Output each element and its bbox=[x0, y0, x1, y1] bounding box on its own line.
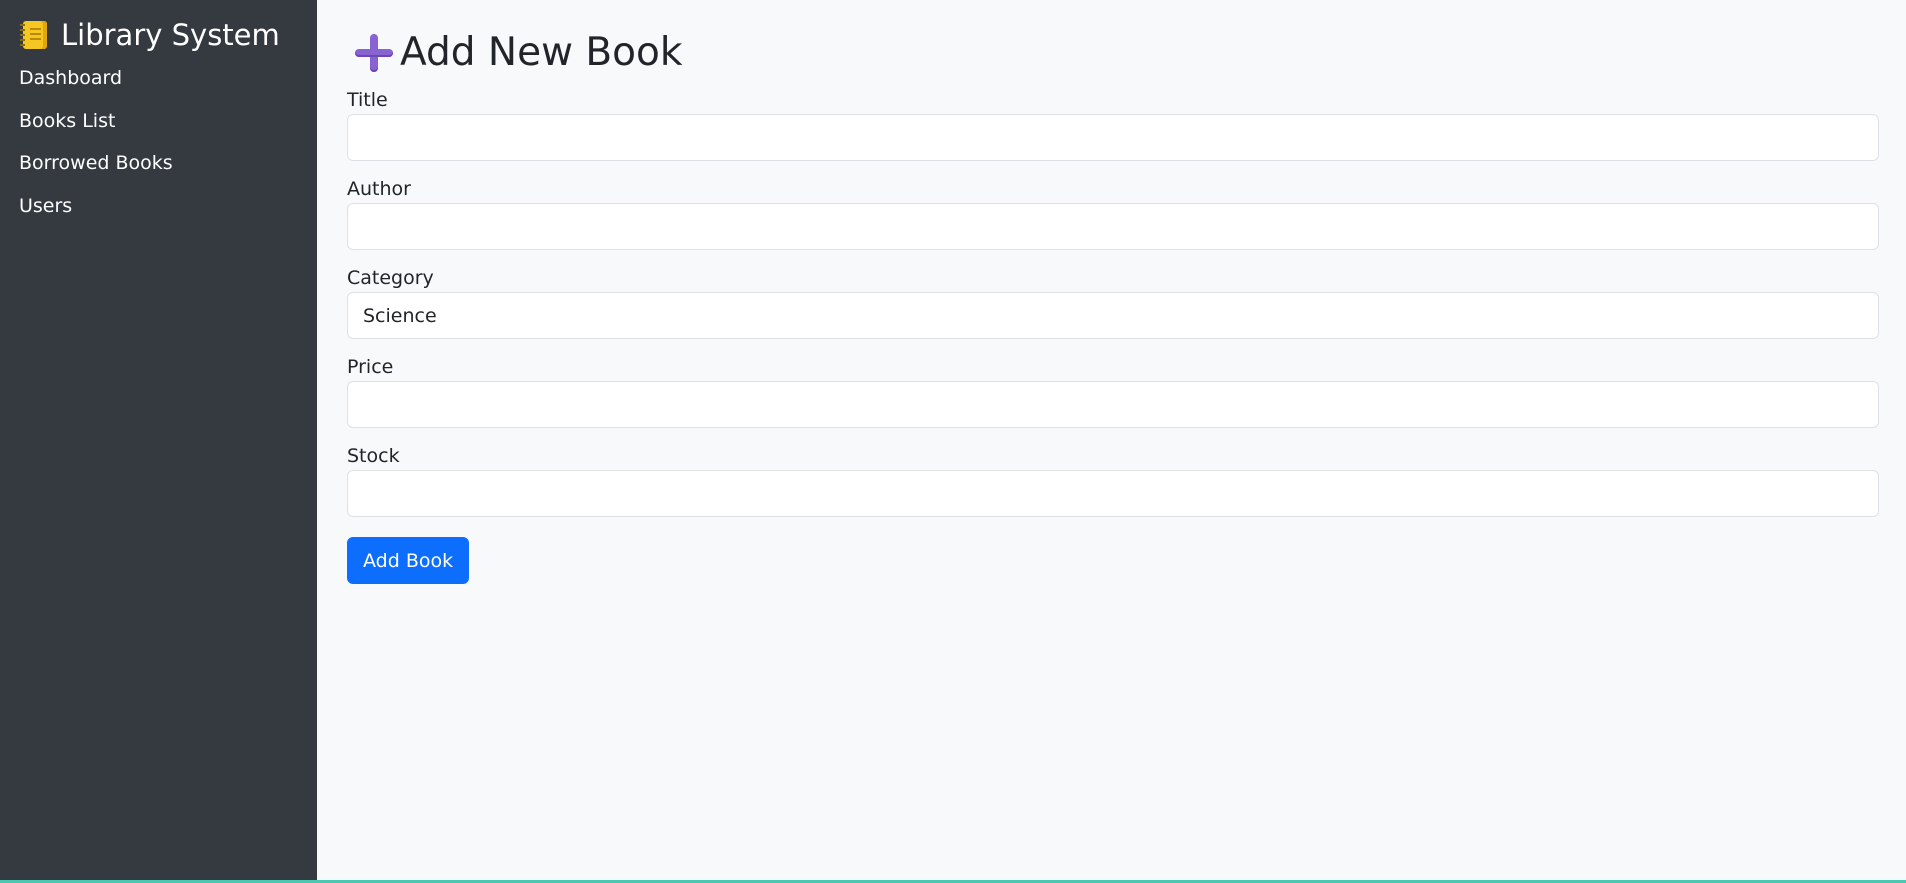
sidebar-item-borrowed-books[interactable]: Borrowed Books bbox=[19, 151, 317, 176]
sidebar-nav: Dashboard Books List Borrowed Books User… bbox=[19, 66, 317, 219]
author-group: Author bbox=[347, 177, 1879, 250]
page-title-text: Add New Book bbox=[400, 30, 683, 75]
author-input[interactable] bbox=[347, 203, 1879, 250]
main-content: Add New Book Title Author Category Price… bbox=[317, 0, 1906, 880]
plus-icon bbox=[354, 33, 394, 73]
brand-title: Library System bbox=[61, 18, 280, 52]
title-input[interactable] bbox=[347, 114, 1879, 161]
sidebar-brand[interactable]: Library System bbox=[20, 16, 317, 54]
add-book-form: Title Author Category Price Stock Add Bo… bbox=[347, 88, 1879, 584]
sidebar-item-users[interactable]: Users bbox=[19, 194, 317, 219]
page-title: Add New Book bbox=[347, 28, 1879, 78]
notebook-icon bbox=[20, 21, 47, 49]
sidebar: Library System Dashboard Books List Borr… bbox=[0, 0, 317, 880]
price-input[interactable] bbox=[347, 381, 1879, 428]
sidebar-item-books-list[interactable]: Books List bbox=[19, 109, 317, 134]
title-group: Title bbox=[347, 88, 1879, 161]
category-input[interactable] bbox=[347, 292, 1879, 339]
sidebar-item-dashboard[interactable]: Dashboard bbox=[19, 66, 317, 91]
stock-group: Stock bbox=[347, 444, 1879, 517]
category-group: Category bbox=[347, 266, 1879, 339]
stock-label: Stock bbox=[347, 445, 400, 467]
title-label: Title bbox=[347, 89, 388, 111]
add-book-button[interactable]: Add Book bbox=[347, 537, 470, 584]
stock-input[interactable] bbox=[347, 470, 1879, 517]
price-label: Price bbox=[347, 356, 394, 378]
category-label: Category bbox=[347, 267, 434, 289]
price-group: Price bbox=[347, 355, 1879, 428]
author-label: Author bbox=[347, 178, 411, 200]
